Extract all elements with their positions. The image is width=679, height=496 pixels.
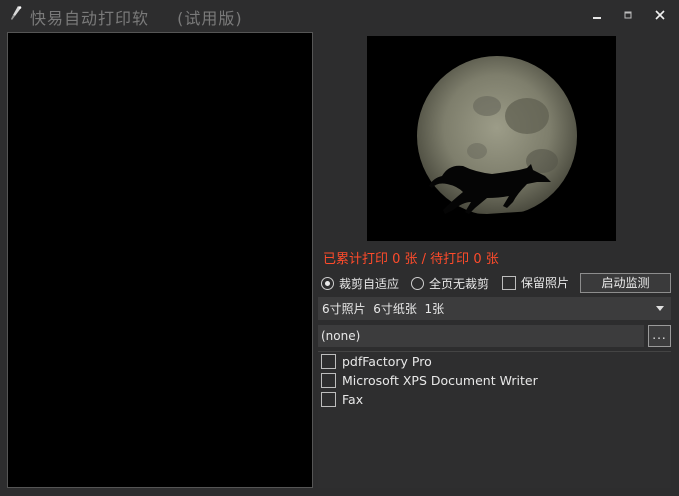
checkbox-icon (321, 373, 336, 388)
minimize-icon (593, 17, 601, 19)
wolf-moon-photo (367, 36, 616, 241)
printer-name: Microsoft XPS Document Writer (342, 373, 538, 388)
printer-name: pdfFactory Pro (342, 354, 432, 369)
full-page-no-crop-radio[interactable]: 全页无裁剪 (411, 275, 489, 292)
checkbox-icon (502, 275, 516, 290)
printer-item-fax[interactable]: Fax (321, 392, 363, 407)
checkbox-icon (321, 392, 336, 407)
window-title-suffix: (试用版) (177, 9, 243, 28)
printer-item-xps-writer[interactable]: Microsoft XPS Document Writer (321, 373, 538, 388)
printer-item-pdffactory[interactable]: pdfFactory Pro (321, 354, 432, 369)
window-title: 快易自动打印软 (试用版) (30, 5, 243, 29)
close-icon (655, 10, 665, 20)
close-button[interactable] (649, 5, 671, 25)
maximize-icon (624, 11, 632, 19)
print-preview-area (7, 32, 313, 488)
keep-photo-label: 保留照片 (521, 276, 570, 290)
minimize-button[interactable] (586, 5, 608, 25)
folder-path-field[interactable]: (none) (318, 325, 644, 347)
app-icon (11, 6, 22, 20)
paper-size-value: 6寸照片 6寸纸张 1张 (322, 302, 445, 316)
browse-folder-button[interactable]: ... (648, 325, 671, 347)
checkbox-icon (321, 354, 336, 369)
radio-selected-icon (321, 277, 334, 290)
keep-photo-checkbox[interactable]: 保留照片 (502, 274, 569, 291)
print-counter-text: 已累计打印 0 张 / 待打印 0 张 (323, 252, 499, 267)
crop-adaptive-label: 裁剪自适应 (339, 277, 400, 291)
printer-name: Fax (342, 392, 364, 407)
title-bar: 快易自动打印软 (试用版) (0, 0, 679, 30)
radio-unselected-icon (411, 277, 424, 290)
wolf-moon-image (367, 36, 616, 241)
maximize-button[interactable] (617, 5, 639, 25)
paper-size-dropdown[interactable]: 6寸照片 6寸纸张 1张 (318, 297, 671, 320)
printer-list: pdfFactory Pro Microsoft XPS Document Wr… (318, 351, 671, 488)
window-title-name: 快易自动打印软 (30, 9, 150, 28)
folder-path-value: (none) (321, 329, 361, 343)
crop-adaptive-radio[interactable]: 裁剪自适应 (321, 275, 399, 292)
start-monitoring-button[interactable]: 启动监测 (580, 273, 671, 293)
chevron-down-icon (656, 306, 664, 311)
options-row: 裁剪自适应 全页无裁剪 保留照片 启动监测 (319, 272, 671, 294)
full-page-no-crop-label: 全页无裁剪 (429, 277, 490, 291)
app-window: 快易自动打印软 (试用版) 已累计打印 0 张 / 待打印 0 张 裁剪自适应 … (0, 0, 679, 496)
